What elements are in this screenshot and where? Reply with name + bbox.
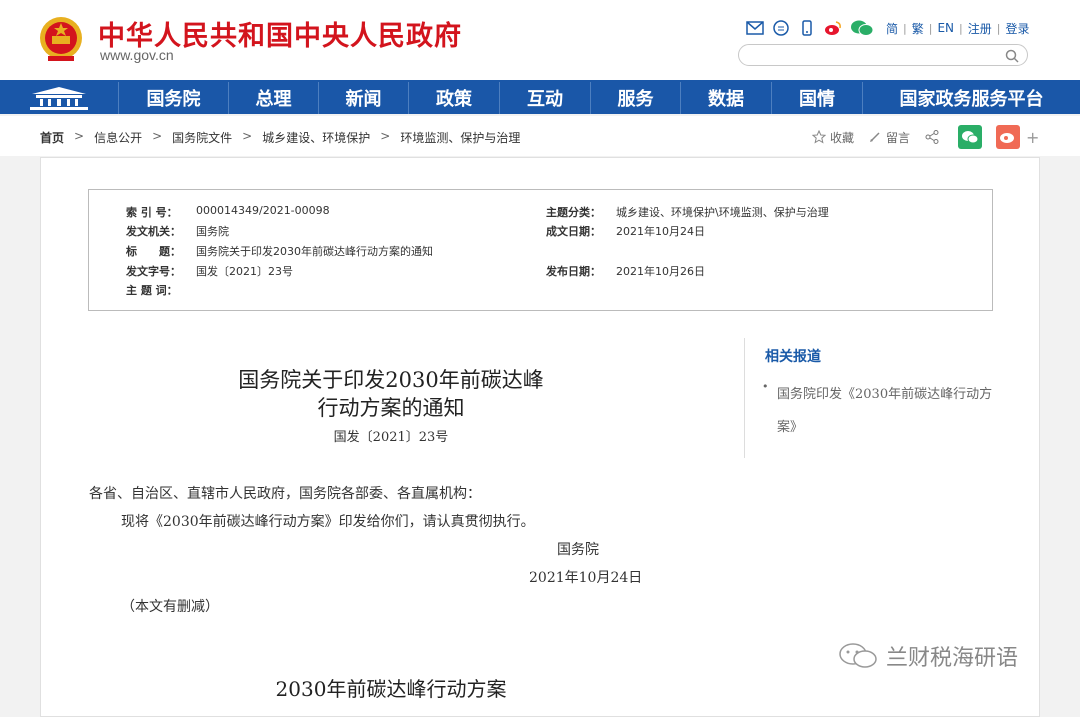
favorite-label: 收藏 xyxy=(830,130,855,145)
national-emblem-icon[interactable] xyxy=(38,14,84,64)
nav-item-gov-service-platform[interactable]: 国家政务服务平台 xyxy=(862,82,1080,114)
search-icon[interactable] xyxy=(1005,48,1019,63)
section-title: 2030年前碳达峰行动方案 xyxy=(275,677,507,701)
nav-home-icon[interactable] xyxy=(0,82,118,114)
nav-item-services[interactable]: 服务 xyxy=(590,82,680,114)
meta-pub-key: 发布日期： xyxy=(546,265,601,278)
chevron-right-icon: > xyxy=(380,129,391,143)
document-title-line2: 行动方案的通知 xyxy=(317,396,465,420)
breadcrumb-urban-env[interactable]: 城乡建设、环境保护 xyxy=(262,129,370,146)
related-report-link[interactable]: 国务院印发《2030年前碳达峰行动方案》 xyxy=(777,378,997,444)
related-reports-title: 相关报道 xyxy=(765,349,821,365)
login-link[interactable]: 登录 xyxy=(1005,20,1029,37)
body-paragraph: 现将《2030年前碳达峰行动方案》印发给你们，请认真贯彻执行。 xyxy=(121,514,535,530)
more-share-icon[interactable]: + xyxy=(1026,128,1039,147)
chevron-right-icon: > xyxy=(74,129,85,143)
meta-issuer-key: 发文机关： xyxy=(126,225,181,238)
message-icon[interactable] xyxy=(771,18,791,38)
favorite-button[interactable]: 收藏 xyxy=(812,129,854,146)
main-nav: 国务院 总理 新闻 政策 互动 服务 数据 国情 国家政务服务平台 xyxy=(0,80,1080,114)
meta-docno-key: 发文字号： xyxy=(126,265,181,278)
meta-created-value: 2021年10月24日 xyxy=(616,225,705,238)
nav-item-national-info[interactable]: 国情 xyxy=(771,82,862,114)
pencil-icon xyxy=(870,132,880,142)
site-header: 中华人民共和国中央人民政府 www.gov.cn 简 | 繁 | EN | 注册 | 登… xyxy=(0,0,1080,80)
watermark: 兰财税海研语 xyxy=(838,640,1018,672)
bullet-icon: • xyxy=(762,380,769,393)
signing-date: 2021年10月24日 xyxy=(529,570,643,586)
breadcrumb-state-council-docs[interactable]: 国务院文件 xyxy=(172,129,232,146)
meta-keywords-key: 主 题 词： xyxy=(126,284,178,297)
nav-item-state-council[interactable]: 国务院 xyxy=(118,82,228,114)
document-metadata-table: 索 引 号： 000014349/2021-00098 主题分类： 城乡建设、环境保… xyxy=(88,189,993,311)
top-tools: 简 | 繁 | EN | 注册 | 登录 xyxy=(745,18,1035,38)
related-reports: 相关报道 • 国务院印发《2030年前碳达峰行动方案》 xyxy=(744,338,1004,458)
meta-topic-value: 城乡建设、环境保护\环境监测、保护与治理 xyxy=(616,206,829,219)
share-icon[interactable] xyxy=(924,129,944,145)
wechat-outline-icon xyxy=(839,643,877,668)
breadcrumb-env-monitoring[interactable]: 环境监测、保护与治理 xyxy=(400,129,520,146)
lang-traditional-link[interactable]: 繁 xyxy=(912,20,924,37)
mail-icon[interactable] xyxy=(745,18,765,38)
meta-title-key: 标 题： xyxy=(126,245,181,258)
meta-pub-value: 2021年10月26日 xyxy=(616,265,705,278)
star-icon xyxy=(812,130,826,144)
site-url[interactable]: www.gov.cn xyxy=(100,47,174,63)
chevron-right-icon: > xyxy=(152,129,163,143)
lang-simplified-link[interactable]: 简 xyxy=(886,20,898,37)
search-input[interactable] xyxy=(749,46,999,66)
salutation: 各省、自治区、直辖市人民政府，国务院各部委、各直属机构： xyxy=(89,486,481,502)
document-title-line1: 国务院关于印发2030年前碳达峰 xyxy=(238,368,544,392)
watermark-text: 兰财税海研语 xyxy=(886,646,1019,671)
breadcrumb: 首页 > 信息公开 > 国务院文件 > 城乡建设、环境保护 > 环境监测、保护与治理 xyxy=(40,129,530,146)
weibo-icon[interactable] xyxy=(823,18,843,38)
share-wechat-icon[interactable] xyxy=(958,125,983,149)
comment-label: 留言 xyxy=(886,130,911,145)
lang-english-link[interactable]: EN xyxy=(937,21,954,35)
nav-item-data[interactable]: 数据 xyxy=(680,82,771,114)
search-box xyxy=(738,44,1028,66)
breadcrumb-info-disclosure[interactable]: 信息公开 xyxy=(94,129,142,146)
meta-issuer-value: 国务院 xyxy=(196,225,229,238)
mobile-icon[interactable] xyxy=(797,18,817,38)
share-weibo-icon[interactable] xyxy=(996,125,1021,149)
nav-item-policy[interactable]: 政策 xyxy=(408,82,499,114)
document-title: 国务院关于印发2030年前碳达峰 行动方案的通知 xyxy=(41,366,741,422)
wechat-icon[interactable] xyxy=(849,18,875,38)
chevron-right-icon: > xyxy=(242,129,253,143)
breadcrumb-home[interactable]: 首页 xyxy=(40,129,64,146)
meta-docno-value: 国发〔2021〕23号 xyxy=(196,265,293,278)
nav-item-interaction[interactable]: 互动 xyxy=(499,82,590,114)
share-tools: 收藏 留言 + xyxy=(812,125,1039,149)
meta-topic-key: 主题分类： xyxy=(546,206,601,219)
breadcrumb-bar: 首页 > 信息公开 > 国务院文件 > 城乡建设、环境保护 > 环境监测、保护与治理 收… xyxy=(0,116,1080,156)
nav-item-news[interactable]: 新闻 xyxy=(318,82,408,114)
comment-button[interactable]: 留言 xyxy=(868,129,910,146)
abridged-note: （本文有删减） xyxy=(121,599,219,615)
meta-title-value: 国务院关于印发2030年前碳达峰行动方案的通知 xyxy=(196,245,433,258)
nav-item-premier[interactable]: 总理 xyxy=(228,82,318,114)
document-number: 国发〔2021〕23号 xyxy=(333,430,449,445)
meta-created-key: 成文日期： xyxy=(546,225,601,238)
signer: 国务院 xyxy=(557,542,599,558)
meta-index-key: 索 引 号： xyxy=(126,206,178,219)
register-link[interactable]: 注册 xyxy=(968,20,992,37)
content-panel: 索 引 号： 000014349/2021-00098 主题分类： 城乡建设、环境保… xyxy=(40,157,1040,717)
meta-index-value: 000014349/2021-00098 xyxy=(196,204,330,217)
